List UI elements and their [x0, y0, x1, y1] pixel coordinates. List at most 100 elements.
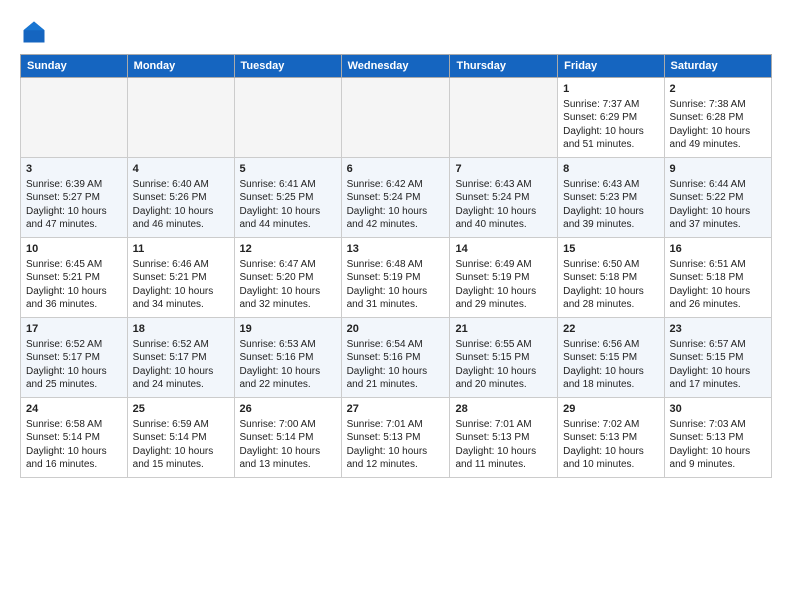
- calendar: SundayMondayTuesdayWednesdayThursdayFrid…: [20, 54, 772, 478]
- calendar-cell: [234, 78, 341, 158]
- day-info: Sunrise: 6:55 AM Sunset: 5:15 PM Dayligh…: [455, 338, 552, 392]
- day-number: 8: [563, 162, 658, 177]
- day-number: 28: [455, 402, 552, 417]
- day-number: 17: [26, 322, 122, 337]
- day-number: 24: [26, 402, 122, 417]
- calendar-cell: 21Sunrise: 6:55 AM Sunset: 5:15 PM Dayli…: [450, 318, 558, 398]
- day-number: 22: [563, 322, 658, 337]
- day-info: Sunrise: 6:53 AM Sunset: 5:16 PM Dayligh…: [240, 338, 336, 392]
- day-info: Sunrise: 7:00 AM Sunset: 5:14 PM Dayligh…: [240, 418, 336, 472]
- day-info: Sunrise: 6:49 AM Sunset: 5:19 PM Dayligh…: [455, 258, 552, 312]
- logo: [20, 18, 52, 46]
- day-number: 6: [347, 162, 445, 177]
- day-number: 14: [455, 242, 552, 257]
- day-info: Sunrise: 6:59 AM Sunset: 5:14 PM Dayligh…: [133, 418, 229, 472]
- day-number: 2: [670, 82, 766, 97]
- day-number: 15: [563, 242, 658, 257]
- day-number: 20: [347, 322, 445, 337]
- day-info: Sunrise: 6:58 AM Sunset: 5:14 PM Dayligh…: [26, 418, 122, 472]
- calendar-cell: 20Sunrise: 6:54 AM Sunset: 5:16 PM Dayli…: [341, 318, 450, 398]
- calendar-cell: 15Sunrise: 6:50 AM Sunset: 5:18 PM Dayli…: [558, 238, 664, 318]
- calendar-cell: 10Sunrise: 6:45 AM Sunset: 5:21 PM Dayli…: [21, 238, 128, 318]
- day-number: 5: [240, 162, 336, 177]
- calendar-cell: 11Sunrise: 6:46 AM Sunset: 5:21 PM Dayli…: [127, 238, 234, 318]
- day-info: Sunrise: 6:41 AM Sunset: 5:25 PM Dayligh…: [240, 178, 336, 232]
- week-row-1: 3Sunrise: 6:39 AM Sunset: 5:27 PM Daylig…: [21, 158, 772, 238]
- day-info: Sunrise: 6:39 AM Sunset: 5:27 PM Dayligh…: [26, 178, 122, 232]
- day-number: 3: [26, 162, 122, 177]
- logo-icon: [20, 18, 48, 46]
- calendar-cell: 1Sunrise: 7:37 AM Sunset: 6:29 PM Daylig…: [558, 78, 664, 158]
- calendar-cell: 3Sunrise: 6:39 AM Sunset: 5:27 PM Daylig…: [21, 158, 128, 238]
- weekday-header-row: SundayMondayTuesdayWednesdayThursdayFrid…: [21, 55, 772, 78]
- day-info: Sunrise: 6:52 AM Sunset: 5:17 PM Dayligh…: [26, 338, 122, 392]
- day-number: 18: [133, 322, 229, 337]
- calendar-cell: 29Sunrise: 7:02 AM Sunset: 5:13 PM Dayli…: [558, 398, 664, 478]
- day-number: 23: [670, 322, 766, 337]
- day-info: Sunrise: 7:37 AM Sunset: 6:29 PM Dayligh…: [563, 98, 658, 152]
- day-info: Sunrise: 6:44 AM Sunset: 5:22 PM Dayligh…: [670, 178, 766, 232]
- header: [20, 18, 772, 46]
- day-number: 12: [240, 242, 336, 257]
- day-info: Sunrise: 7:03 AM Sunset: 5:13 PM Dayligh…: [670, 418, 766, 472]
- calendar-cell: 2Sunrise: 7:38 AM Sunset: 6:28 PM Daylig…: [664, 78, 771, 158]
- week-row-0: 1Sunrise: 7:37 AM Sunset: 6:29 PM Daylig…: [21, 78, 772, 158]
- day-number: 7: [455, 162, 552, 177]
- calendar-cell: [127, 78, 234, 158]
- calendar-cell: 22Sunrise: 6:56 AM Sunset: 5:15 PM Dayli…: [558, 318, 664, 398]
- day-info: Sunrise: 7:01 AM Sunset: 5:13 PM Dayligh…: [347, 418, 445, 472]
- calendar-cell: 16Sunrise: 6:51 AM Sunset: 5:18 PM Dayli…: [664, 238, 771, 318]
- day-info: Sunrise: 6:45 AM Sunset: 5:21 PM Dayligh…: [26, 258, 122, 312]
- day-info: Sunrise: 6:43 AM Sunset: 5:23 PM Dayligh…: [563, 178, 658, 232]
- day-number: 1: [563, 82, 658, 97]
- calendar-cell: 23Sunrise: 6:57 AM Sunset: 5:15 PM Dayli…: [664, 318, 771, 398]
- calendar-cell: 12Sunrise: 6:47 AM Sunset: 5:20 PM Dayli…: [234, 238, 341, 318]
- day-number: 30: [670, 402, 766, 417]
- day-number: 16: [670, 242, 766, 257]
- weekday-header-thursday: Thursday: [450, 55, 558, 78]
- day-info: Sunrise: 6:46 AM Sunset: 5:21 PM Dayligh…: [133, 258, 229, 312]
- weekday-header-monday: Monday: [127, 55, 234, 78]
- day-number: 19: [240, 322, 336, 337]
- calendar-cell: 26Sunrise: 7:00 AM Sunset: 5:14 PM Dayli…: [234, 398, 341, 478]
- weekday-header-wednesday: Wednesday: [341, 55, 450, 78]
- day-number: 11: [133, 242, 229, 257]
- calendar-cell: [341, 78, 450, 158]
- day-number: 26: [240, 402, 336, 417]
- calendar-cell: 19Sunrise: 6:53 AM Sunset: 5:16 PM Dayli…: [234, 318, 341, 398]
- day-number: 29: [563, 402, 658, 417]
- week-row-2: 10Sunrise: 6:45 AM Sunset: 5:21 PM Dayli…: [21, 238, 772, 318]
- day-info: Sunrise: 6:51 AM Sunset: 5:18 PM Dayligh…: [670, 258, 766, 312]
- day-info: Sunrise: 6:52 AM Sunset: 5:17 PM Dayligh…: [133, 338, 229, 392]
- calendar-cell: 17Sunrise: 6:52 AM Sunset: 5:17 PM Dayli…: [21, 318, 128, 398]
- weekday-header-sunday: Sunday: [21, 55, 128, 78]
- week-row-4: 24Sunrise: 6:58 AM Sunset: 5:14 PM Dayli…: [21, 398, 772, 478]
- calendar-cell: 14Sunrise: 6:49 AM Sunset: 5:19 PM Dayli…: [450, 238, 558, 318]
- calendar-cell: [450, 78, 558, 158]
- calendar-cell: 5Sunrise: 6:41 AM Sunset: 5:25 PM Daylig…: [234, 158, 341, 238]
- day-info: Sunrise: 7:38 AM Sunset: 6:28 PM Dayligh…: [670, 98, 766, 152]
- day-info: Sunrise: 6:42 AM Sunset: 5:24 PM Dayligh…: [347, 178, 445, 232]
- day-number: 13: [347, 242, 445, 257]
- day-number: 25: [133, 402, 229, 417]
- calendar-cell: 25Sunrise: 6:59 AM Sunset: 5:14 PM Dayli…: [127, 398, 234, 478]
- day-info: Sunrise: 6:54 AM Sunset: 5:16 PM Dayligh…: [347, 338, 445, 392]
- day-info: Sunrise: 6:56 AM Sunset: 5:15 PM Dayligh…: [563, 338, 658, 392]
- day-info: Sunrise: 6:50 AM Sunset: 5:18 PM Dayligh…: [563, 258, 658, 312]
- day-info: Sunrise: 6:40 AM Sunset: 5:26 PM Dayligh…: [133, 178, 229, 232]
- calendar-cell: 9Sunrise: 6:44 AM Sunset: 5:22 PM Daylig…: [664, 158, 771, 238]
- page: SundayMondayTuesdayWednesdayThursdayFrid…: [0, 0, 792, 488]
- calendar-cell: [21, 78, 128, 158]
- day-number: 10: [26, 242, 122, 257]
- day-info: Sunrise: 6:43 AM Sunset: 5:24 PM Dayligh…: [455, 178, 552, 232]
- day-number: 9: [670, 162, 766, 177]
- day-number: 4: [133, 162, 229, 177]
- day-number: 21: [455, 322, 552, 337]
- calendar-cell: 4Sunrise: 6:40 AM Sunset: 5:26 PM Daylig…: [127, 158, 234, 238]
- day-info: Sunrise: 6:48 AM Sunset: 5:19 PM Dayligh…: [347, 258, 445, 312]
- weekday-header-saturday: Saturday: [664, 55, 771, 78]
- calendar-cell: 24Sunrise: 6:58 AM Sunset: 5:14 PM Dayli…: [21, 398, 128, 478]
- calendar-cell: 6Sunrise: 6:42 AM Sunset: 5:24 PM Daylig…: [341, 158, 450, 238]
- calendar-cell: 18Sunrise: 6:52 AM Sunset: 5:17 PM Dayli…: [127, 318, 234, 398]
- day-info: Sunrise: 7:02 AM Sunset: 5:13 PM Dayligh…: [563, 418, 658, 472]
